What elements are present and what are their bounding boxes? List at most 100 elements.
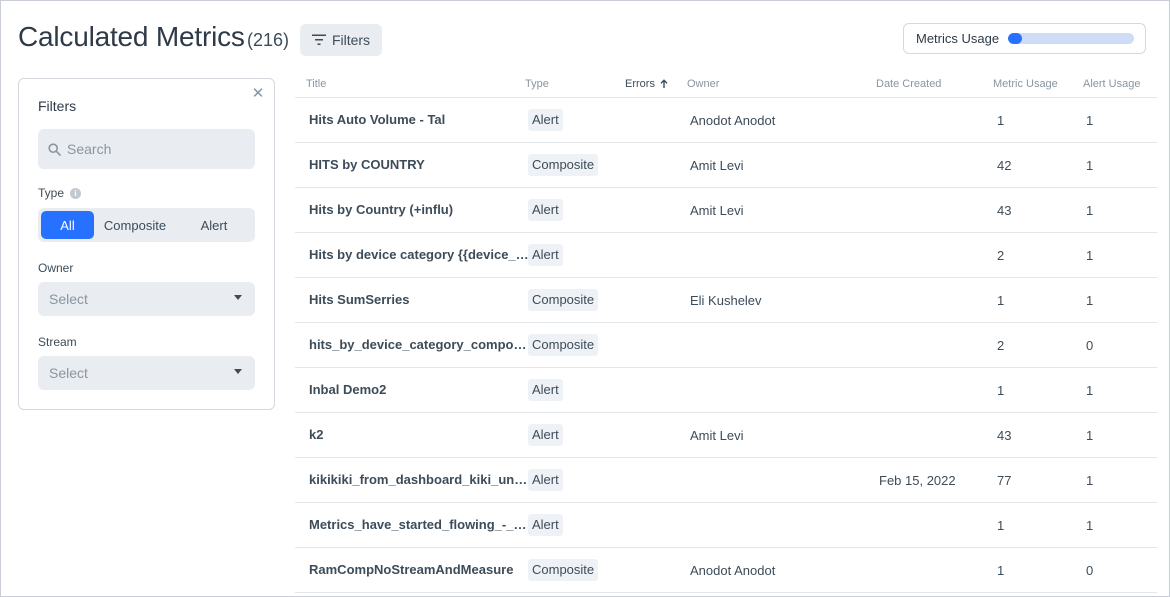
chevron-down-icon [234,295,242,300]
filter-icon [311,34,326,45]
row-title[interactable]: Hits by Country (+influ) [309,188,529,232]
filters-button[interactable]: Filters [300,24,382,56]
search-input[interactable] [67,141,237,157]
type-tag: Composite [528,154,599,176]
info-icon[interactable]: i [70,188,82,199]
type-option-alert[interactable]: Alert [176,211,252,239]
type-tag: Alert [528,109,563,131]
table-row[interactable]: Inbal Demo2 Alert 1 1 [295,368,1157,413]
table-body: Hits Auto Volume - Tal Alert Anodot Anodot… [295,98,1157,593]
row-title[interactable]: k2 [309,413,529,457]
column-header-type[interactable]: Type [525,78,549,90]
metrics-count: (216) [247,30,290,50]
type-field-label: Type i [38,186,82,200]
row-metric-usage: 2 [997,337,1005,353]
close-icon[interactable]: ✕ [251,86,265,101]
row-metric-usage: 1 [997,562,1005,578]
table-row[interactable]: kikikiki_from_dashboard_kiki_undefi… Aler… [295,458,1157,503]
row-title[interactable]: kikikiki_from_dashboard_kiki_undefi… [309,458,529,502]
filters-button-label: Filters [331,32,371,48]
stream-select[interactable]: Select [38,356,255,390]
row-owner: Anodot Anodot [690,112,776,128]
row-alert-usage: 1 [1086,427,1094,443]
search-field[interactable] [38,129,255,169]
row-owner: Amit Levi [690,157,744,173]
sort-arrow-up-icon [660,79,668,88]
row-metric-usage: 77 [997,472,1012,488]
row-alert-usage: 1 [1086,382,1094,398]
row-metric-usage: 1 [997,292,1005,308]
row-alert-usage: 1 [1086,112,1094,128]
type-tag: Composite [528,334,599,356]
column-header-date-created[interactable]: Date Created [876,78,941,90]
row-title[interactable]: Hits Auto Volume - Tal [309,98,529,142]
row-type: Composite [528,143,599,187]
table-row[interactable]: Hits by device category {{device_cate…Al… [295,233,1157,278]
row-metric-usage: 2 [997,247,1005,263]
row-date-created: Feb 15, 2022 [879,472,956,488]
row-type: Composite [528,278,599,322]
row-title[interactable]: Hits SumSerries [309,278,529,322]
row-title[interactable]: Inbal Demo2 [309,368,529,412]
row-title[interactable]: RamCompNoStreamAndMeasure [309,548,529,592]
owner-select[interactable]: Select [38,282,255,316]
row-type: Alert [528,98,563,142]
row-owner: Eli Kushelev [690,292,762,308]
row-title[interactable]: hits_by_device_category_composite [309,323,529,367]
type-option-all[interactable]: All [41,211,94,239]
row-alert-usage: 1 [1086,517,1094,533]
owner-label: Owner [38,261,74,275]
row-metric-usage: 1 [997,517,1005,533]
type-label: Type [38,186,65,200]
type-tag: Alert [528,469,563,491]
type-tag: Composite [528,559,599,581]
table-row[interactable]: Hits Auto Volume - Tal Alert Anodot Anodot… [295,98,1157,143]
row-type: Alert [528,413,563,457]
table-row[interactable]: RamCompNoStreamAndMeasure Composite Anodot… [295,548,1157,593]
type-tag: Alert [528,199,563,221]
row-alert-usage: 1 [1086,157,1094,173]
column-header-owner[interactable]: Owner [687,78,719,90]
row-title[interactable]: Hits by device category {{device_cate… [309,233,529,277]
column-header-metric-usage[interactable]: Metric Usage [993,78,1058,90]
row-metric-usage: 1 [997,112,1005,128]
stream-select-value: Select [49,365,88,381]
row-metric-usage: 43 [997,427,1012,443]
table-row[interactable]: HITS by COUNTRY Composite Amit Levi 42 1 [295,143,1157,188]
page-title: Calculated Metrics [18,21,245,52]
type-tag: Alert [528,514,563,536]
table-row[interactable]: hits_by_device_category_composite Composi… [295,323,1157,368]
row-type: Alert [528,233,563,277]
filters-panel-title: Filters [38,98,77,114]
column-header-title[interactable]: Title [306,78,326,90]
row-alert-usage: 1 [1086,247,1094,263]
search-icon [48,142,61,156]
row-alert-usage: 0 [1086,562,1094,578]
column-header-errors-label: Errors [625,78,655,90]
type-option-composite[interactable]: Composite [94,211,176,239]
type-segmented-control: All Composite Alert [38,208,255,242]
metrics-usage-bar [1008,33,1134,44]
table-row[interactable]: Hits by Country (+influ) Alert Amit Levi 43… [295,188,1157,233]
owner-select-value: Select [49,291,88,307]
chevron-down-icon [234,369,242,374]
row-type: Composite [528,323,599,367]
column-header-errors[interactable]: Errors [625,78,668,90]
metrics-usage-widget[interactable]: Metrics Usage [903,23,1146,54]
stream-label: Stream [38,335,77,349]
column-header-alert-usage[interactable]: Alert Usage [1083,78,1140,90]
row-alert-usage: 0 [1086,337,1094,353]
row-owner: Amit Levi [690,427,744,443]
row-metric-usage: 42 [997,157,1012,173]
row-title[interactable]: Metrics_have_started_flowing_-_che… [309,503,529,547]
row-title[interactable]: HITS by COUNTRY [309,143,529,187]
table-row[interactable]: Metrics_have_started_flowing_-_che… Alert… [295,503,1157,548]
metrics-table: Title Type Errors Owner Date Created Met… [295,71,1157,593]
table-row[interactable]: Hits SumSerries Composite Eli Kushelev 1 1 [295,278,1157,323]
filters-panel: Filters ✕ Typei All Composite Alert Owne… [18,78,275,410]
row-alert-usage: 1 [1086,202,1094,218]
table-row[interactable]: k2 Alert Amit Levi 43 1 [295,413,1157,458]
type-tag: Composite [528,289,599,311]
row-type: Alert [528,503,563,547]
metrics-usage-fill [1008,33,1022,44]
